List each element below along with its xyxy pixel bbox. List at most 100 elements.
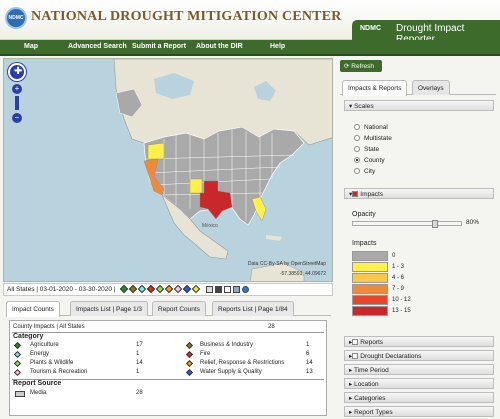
category-name: Agriculture (30, 342, 59, 348)
pan-control-icon[interactable] (8, 63, 26, 81)
category-name: Business & Industry (200, 342, 254, 348)
zoom-in-icon[interactable]: + (12, 84, 22, 94)
zoom-controls: + − (8, 63, 26, 123)
energy-swatch-icon (13, 350, 22, 359)
scales-section-header[interactable]: ▾ Scales (344, 100, 494, 111)
scale-option-county[interactable]: County (354, 157, 385, 164)
category-name: Energy (30, 351, 50, 357)
org-name[interactable]: NATIONAL DROUGHT MITIGATION CENTER (31, 9, 342, 25)
gov-source-icon (232, 286, 240, 293)
legend-label: 10 - 12 (392, 297, 411, 303)
drought-declarations-section-header[interactable]: ▸ Drought Declarations (344, 350, 494, 361)
energy-icon (137, 284, 147, 294)
app-abbr: NDMC (360, 25, 381, 32)
reports-checkbox[interactable] (352, 339, 359, 345)
refresh-label: Refresh (351, 63, 375, 70)
opacity-value: 80% (466, 219, 480, 226)
scale-option-national[interactable]: National (354, 124, 388, 131)
fire-swatch-icon (185, 350, 194, 359)
main-nav: Map Advanced Search Submit a Report Abou… (0, 40, 500, 56)
section-label: Reports (360, 339, 384, 346)
impact-counts-panel: County Impacts | All States 28 Category … (9, 320, 327, 416)
time-period-section-header[interactable]: ▸ Time Period (344, 364, 494, 375)
map-coordinates: -57.38593, 44.09672 (279, 271, 326, 277)
legend-label: 13 - 15 (392, 308, 411, 314)
opacity-slider[interactable] (352, 220, 462, 228)
category-count: 6 (306, 351, 310, 357)
legend-label: 0 (392, 253, 396, 259)
control-panel: ⟳ Refresh Impacts & Reports Overlays ▾ S… (336, 58, 498, 419)
map-label-mexico: México (202, 223, 218, 229)
scale-option-multistate[interactable]: Multistate (354, 135, 392, 142)
tab-impacts-list[interactable]: Impacts List | Page 1/3 (70, 301, 148, 316)
map-canvas[interactable] (4, 59, 333, 282)
categories-section-header[interactable]: ▸ Categories (344, 392, 494, 403)
tab-impacts-reports[interactable]: Impacts & Reports (342, 80, 408, 96)
site-header: NDMC NATIONAL DROUGHT MITIGATION CENTER … (0, 0, 500, 45)
relief-swatch-icon (185, 359, 194, 368)
tab-impact-counts[interactable]: Impact Counts (6, 301, 60, 317)
map-attribution[interactable]: Data CC-By-SA by OpenStreetMap (248, 261, 326, 267)
counts-heading: County Impacts | All States (13, 324, 85, 330)
category-count: 14 (136, 360, 143, 366)
category-count: 1 (306, 342, 310, 348)
results-tabs: Impact Counts Impacts List | Page 1/3 Re… (6, 300, 331, 317)
legend-swatch (352, 295, 388, 305)
source-name: Media (30, 390, 47, 396)
media-source-icon (205, 286, 213, 293)
location-section-header[interactable]: ▸ Location (344, 378, 494, 389)
filter-summary-bar: All States | 03-01-2020 - 03-30-2020 | (3, 283, 333, 296)
document-source-icon (223, 286, 231, 293)
section-label: Location (354, 381, 379, 388)
legend-swatch (352, 273, 388, 283)
tab-report-counts[interactable]: Report Counts (152, 301, 206, 316)
category-name: Relief, Response & Restrictions (200, 360, 285, 366)
reports-section-header[interactable]: ▸ Reports (344, 336, 494, 347)
scale-option-state[interactable]: State (354, 146, 379, 153)
agriculture-icon (119, 284, 129, 294)
report-types-section-header[interactable]: ▸ Report Types (344, 406, 494, 417)
web-source-icon (241, 286, 249, 293)
declarations-checkbox[interactable] (352, 353, 359, 359)
category-count: 1 (136, 369, 140, 375)
category-name: Water Supply & Quality (200, 369, 262, 375)
fire-icon (146, 284, 156, 294)
impacts-checkbox[interactable] (352, 191, 359, 197)
scale-label: National (364, 124, 388, 131)
legend-label: 1 - 3 (392, 264, 405, 270)
scale-option-city[interactable]: City (354, 168, 375, 175)
section-label: Time Period (353, 367, 389, 374)
nav-map[interactable]: Map (24, 43, 38, 50)
media-icon (15, 391, 25, 397)
category-name: Tourism & Recreation (30, 369, 88, 375)
ndmc-logo[interactable]: NDMC (5, 7, 27, 29)
opacity-label: Opacity (352, 211, 376, 218)
nav-about[interactable]: About the DIR (196, 43, 243, 50)
tourism-swatch-icon (13, 368, 22, 377)
scale-label: City (364, 168, 376, 175)
legend-label: 7 - 9 (392, 286, 405, 292)
scale-label: County (364, 157, 385, 164)
tab-reports-list[interactable]: Reports List | Page 1/84 (212, 301, 294, 316)
refresh-button[interactable]: ⟳ Refresh (340, 60, 382, 72)
legend-swatch (352, 262, 388, 272)
nav-help[interactable]: Help (270, 43, 285, 50)
nav-submit-report[interactable]: Submit a Report (132, 43, 186, 50)
filter-summary-text: All States | 03-01-2020 - 03-30-2020 | (7, 286, 116, 293)
legend-swatch (352, 284, 388, 294)
impact-map[interactable]: + − México Data CC-By-SA by OpenStreetMa… (3, 58, 333, 282)
nav-advanced-search[interactable]: Advanced Search (68, 43, 127, 50)
scale-label: Multistate (364, 135, 392, 142)
section-label: Categories (354, 395, 386, 402)
zoom-out-icon[interactable]: − (12, 113, 22, 123)
category-count: 1 (136, 351, 140, 357)
opacity-slider-thumb[interactable] (432, 220, 438, 228)
category-legend-icons (119, 284, 249, 294)
tab-overlays[interactable]: Overlays (412, 80, 450, 95)
legend-swatch (352, 251, 388, 261)
zoom-slider[interactable] (15, 96, 19, 110)
person-source-icon (214, 286, 222, 293)
impacts-section-header[interactable]: ▾ Impacts (344, 188, 494, 199)
water-icon (182, 284, 192, 294)
category-count: 14 (306, 360, 313, 366)
